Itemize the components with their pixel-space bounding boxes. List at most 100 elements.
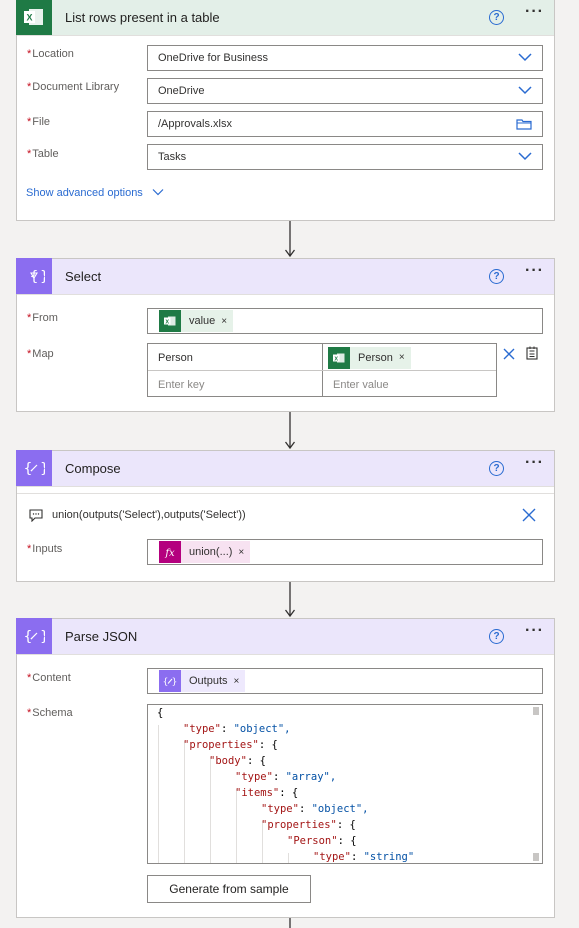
document-library-value: OneDrive [158,85,205,97]
excel-icon: X [159,310,181,332]
schema-line: "type": "object", [261,803,369,815]
data-operation-icon: {} [16,618,52,654]
map-key-value: Person [158,351,193,364]
table-label: *Table [27,148,59,160]
document-library-dropdown[interactable]: OneDrive [147,78,543,104]
compose-title: Compose [65,461,121,476]
chevron-down-icon [152,189,164,196]
svg-text:{: { [24,629,33,645]
close-icon[interactable] [503,348,515,360]
document-library-label: *Document Library [27,81,120,93]
excel-icon: X [16,0,52,35]
scrollbar-thumb-top[interactable] [533,707,539,715]
more-options-icon[interactable]: ··· [525,454,544,472]
file-label: *File [27,116,51,128]
scrollbar-thumb-bottom[interactable] [533,853,539,861]
more-options-icon[interactable]: ··· [525,622,544,640]
svg-text:fx: fx [164,548,175,558]
dynamic-content-token[interactable]: X Person × [328,346,411,369]
svg-text:X: X [165,319,169,325]
svg-text:}: } [40,269,45,285]
expression-token[interactable]: fx union(...) × [159,541,251,563]
from-label: *From [27,312,58,324]
dynamic-content-token[interactable]: X value × [159,310,234,332]
more-options-icon[interactable]: ··· [525,3,544,21]
svg-text:}: } [40,629,45,645]
data-operation-icon: {} [159,670,181,692]
select-header[interactable]: {} Select ? ··· [16,258,554,295]
list-rows-card: X List rows present in a table ? ··· *Lo… [16,0,555,221]
map-value-input[interactable]: X Person × [323,344,498,371]
chevron-down-icon [518,86,532,95]
compose-header[interactable]: {} Compose ? ··· [16,450,554,487]
folder-icon[interactable] [516,118,532,130]
show-advanced-options-label: Show advanced options [26,187,143,199]
show-advanced-options-link[interactable]: Show advanced options [26,187,164,199]
schema-editor[interactable]: { "type": "object", "properties": { "bod… [147,704,543,864]
comment-icon [29,509,43,522]
select-title: Select [65,269,102,284]
map-new-key-input[interactable]: Enter key [148,371,323,398]
help-icon[interactable]: ? [489,10,504,25]
content-input[interactable]: {} Outputs × [147,668,543,694]
token-label: Person [358,351,393,364]
content-label: *Content [27,672,71,684]
token-label: union(...) [189,546,233,558]
inputs-field[interactable]: fx union(...) × [147,539,543,565]
location-label: *Location [27,48,74,60]
schema-line: { [157,707,164,719]
map-new-value-input[interactable]: Enter value [323,371,498,398]
flow-arrow [289,918,291,928]
inputs-label: *Inputs [27,543,63,555]
function-icon: fx [159,541,181,563]
help-icon[interactable]: ? [489,269,504,284]
parse-json-header[interactable]: {} Parse JSON ? ··· [16,618,554,655]
location-value: OneDrive for Business [158,52,269,64]
token-label: value [189,315,216,327]
table-value: Tasks [158,151,187,163]
flow-arrow [285,221,295,258]
generate-from-sample-button[interactable]: Generate from sample [147,875,311,903]
svg-text:}: } [40,461,45,477]
remove-token-icon[interactable]: × [238,547,250,558]
list-rows-header[interactable]: X List rows present in a table ? ··· [16,0,554,36]
file-value: /Approvals.xlsx [158,118,232,130]
help-icon[interactable]: ? [489,629,504,644]
comment-text[interactable]: union(outputs('Select'),outputs('Select'… [52,509,246,521]
schema-line: "Person": { [287,835,357,847]
select-card: {} Select ? ··· *From X value × *Map Per… [16,258,555,412]
table-dropdown[interactable]: Tasks [147,144,543,170]
location-dropdown[interactable]: OneDrive for Business [147,45,543,71]
schema-line: "items": { [235,787,299,799]
flow-arrow [285,582,295,618]
svg-text:X: X [26,13,32,23]
schema-line: "body": { [209,755,266,767]
switch-map-mode-icon[interactable] [525,346,539,360]
schema-line: "type": "array", [235,771,337,783]
token-label: Outputs [189,675,228,687]
map-label: *Map [27,348,54,360]
remove-token-icon[interactable]: × [221,316,233,327]
remove-token-icon[interactable]: × [234,676,246,687]
close-icon[interactable] [522,508,536,522]
schema-line: "type": "object", [183,723,291,735]
svg-text:}: } [172,678,177,688]
value-placeholder: Enter value [333,378,389,391]
schema-line: "properties": { [183,739,278,751]
data-operation-icon: {} [16,258,52,294]
dynamic-content-token[interactable]: {} Outputs × [159,670,246,692]
remove-token-icon[interactable]: × [399,352,411,363]
map-key-input[interactable]: Person [148,344,323,371]
schema-line: "type": "string" [313,851,415,863]
chevron-down-icon [518,152,532,161]
flow-arrow [285,412,295,450]
file-picker[interactable]: /Approvals.xlsx [147,111,543,137]
compose-card: {} Compose ? ··· union(outputs('Select')… [16,450,555,582]
more-options-icon[interactable]: ··· [525,262,544,280]
data-operation-icon: {} [16,450,52,486]
schema-line: "properties": { [261,819,356,831]
help-icon[interactable]: ? [489,461,504,476]
svg-text:{: { [24,461,33,477]
chevron-down-icon [518,53,532,62]
from-input[interactable]: X value × [147,308,543,334]
